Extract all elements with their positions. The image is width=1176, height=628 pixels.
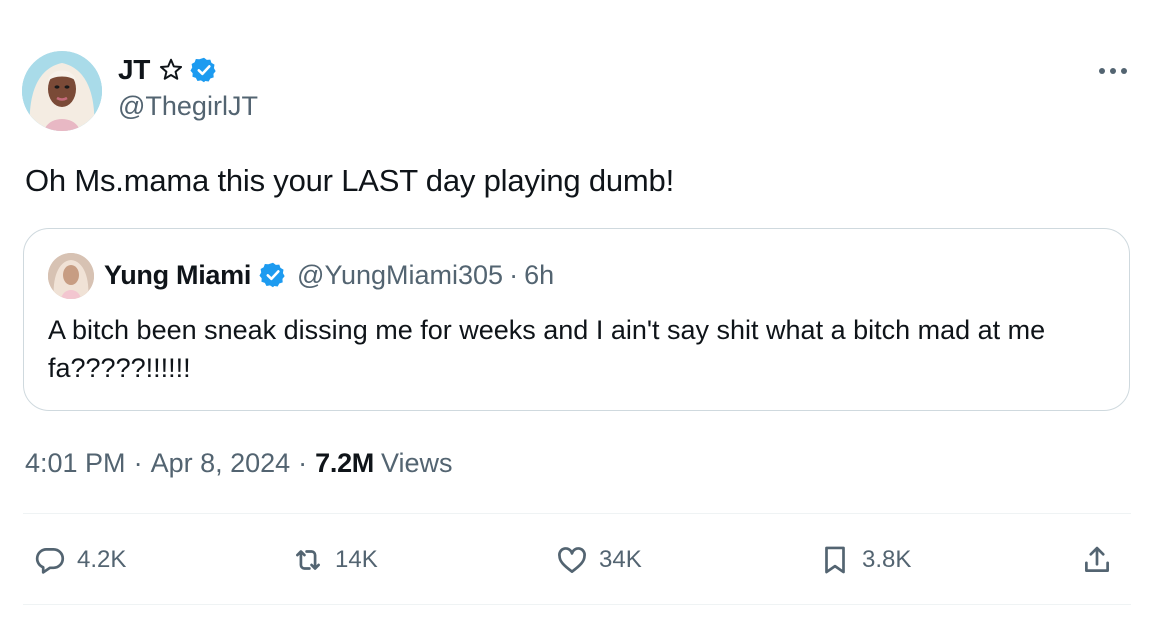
bookmark-button[interactable]: 3.8K xyxy=(818,535,911,585)
reply-count: 4.2K xyxy=(77,546,127,573)
author-handle[interactable]: @ThegirlJT xyxy=(118,91,258,122)
share-icon xyxy=(1085,546,1109,572)
tweet-text: Oh Ms.mama this your LAST day playing du… xyxy=(25,163,674,198)
tweet-meta: 4:01 PM · Apr 8, 2024 · 7.2M Views xyxy=(25,446,453,480)
meta-separator: · xyxy=(298,447,308,478)
quoted-author-handle: @YungMiami305 xyxy=(297,259,504,290)
retweet-icon xyxy=(296,550,320,570)
heart-icon xyxy=(558,547,586,573)
quoted-tweet[interactable]: Yung Miami @YungMiami305 · 6h A bitch be… xyxy=(23,228,1130,411)
like-button[interactable]: 34K xyxy=(555,535,642,585)
more-options-icon[interactable] xyxy=(1093,60,1133,82)
author-avatar[interactable] xyxy=(22,51,102,131)
views-count[interactable]: 7.2M xyxy=(315,448,374,479)
quoted-separator: · xyxy=(509,259,519,290)
reply-button[interactable]: 4.2K xyxy=(33,535,126,585)
profile-photo-icon xyxy=(22,51,102,131)
bookmark-icon xyxy=(825,546,845,574)
divider xyxy=(23,513,1131,514)
divider xyxy=(23,604,1131,605)
author-name-row: JT xyxy=(118,52,258,88)
retweet-button[interactable]: 14K xyxy=(291,535,378,585)
share-button[interactable] xyxy=(1080,535,1114,585)
profile-photo-icon xyxy=(48,253,94,299)
quoted-author-name: Yung Miami xyxy=(104,259,252,290)
quoted-timestamp: 6h xyxy=(524,259,555,290)
verified-badge-icon[interactable] xyxy=(190,56,218,84)
reply-icon xyxy=(35,548,65,574)
retweet-count: 14K xyxy=(335,546,378,573)
star-outline-icon xyxy=(158,57,184,83)
action-bar: 4.2K 14K 34K 3.8K xyxy=(0,535,1176,585)
tweet-time[interactable]: 4:01 PM xyxy=(25,448,126,479)
like-count: 34K xyxy=(599,546,642,573)
quoted-tweet-text: A bitch been sneak dissing me for weeks … xyxy=(48,315,1046,383)
bookmark-count: 3.8K xyxy=(862,546,912,573)
verified-badge-icon xyxy=(259,261,287,289)
views-label[interactable]: Views xyxy=(381,448,453,479)
author-info[interactable]: JT @ThegirlJT xyxy=(118,52,258,122)
meta-separator: · xyxy=(133,447,143,478)
tweet-date[interactable]: Apr 8, 2024 xyxy=(151,448,291,479)
author-name[interactable]: JT xyxy=(118,54,150,86)
quoted-tweet-header: Yung Miami @YungMiami305 · 6h xyxy=(104,257,554,293)
quoted-author-avatar xyxy=(48,253,94,299)
